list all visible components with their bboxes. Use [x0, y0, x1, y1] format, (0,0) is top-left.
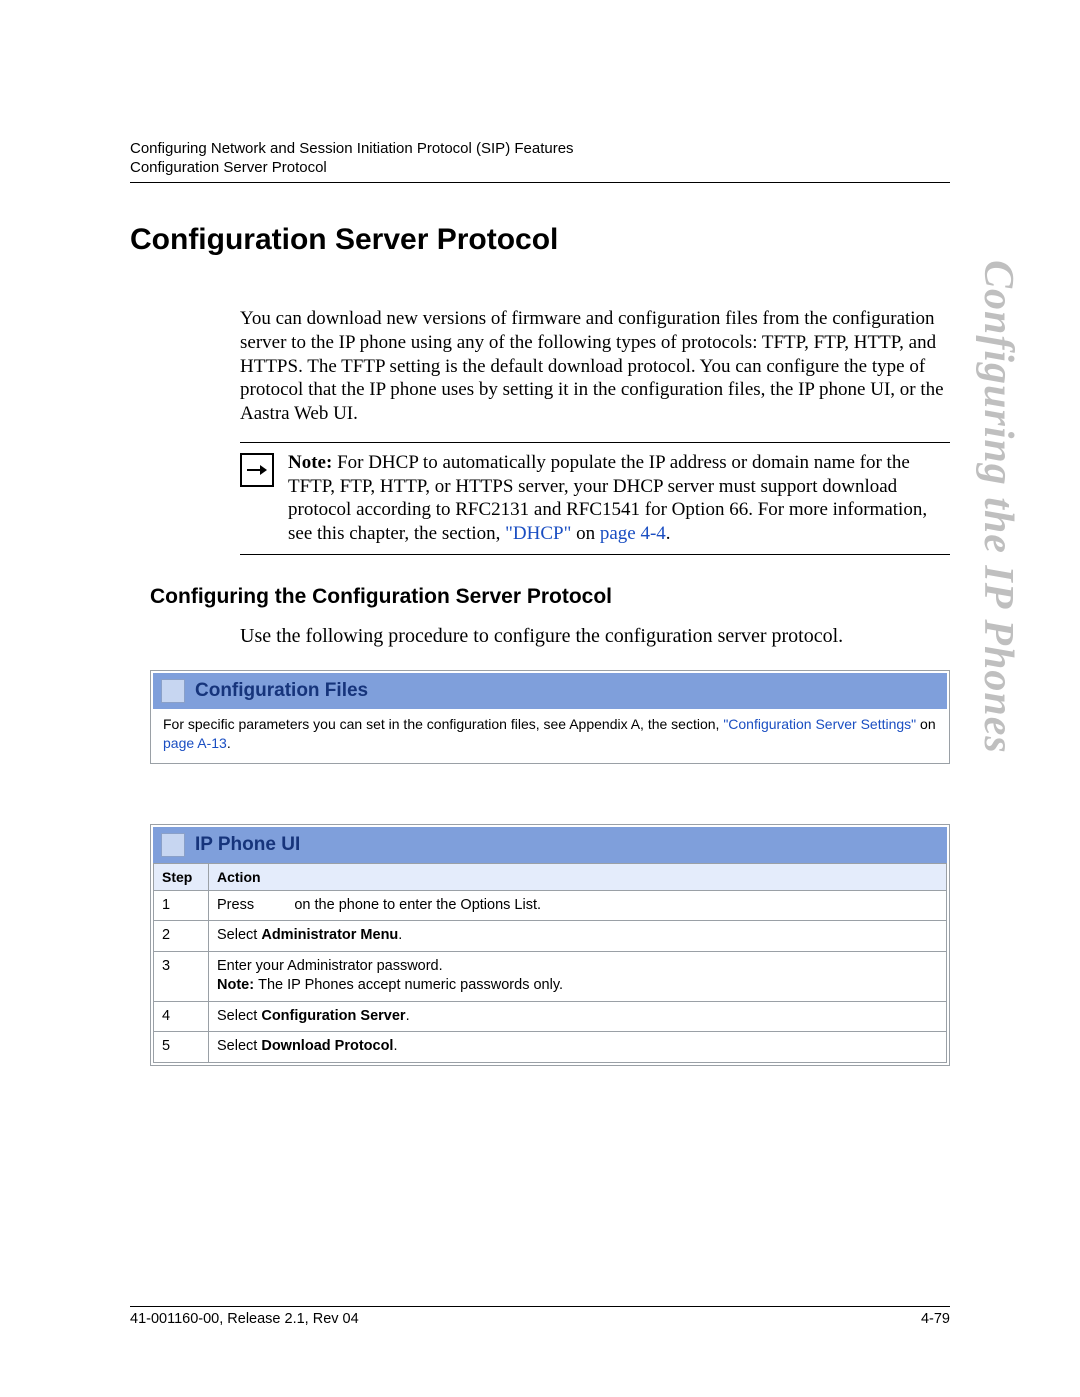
- action-bold: Configuration Server: [261, 1008, 405, 1024]
- action-pre: Select: [217, 1008, 261, 1024]
- action-post: .: [406, 1008, 410, 1024]
- config-files-body: For specific parameters you can set in t…: [153, 709, 947, 761]
- note-text: Note: For DHCP to automatically populate…: [288, 451, 950, 546]
- table-header-row: Step Action: [154, 863, 947, 890]
- action-note-label: Note:: [217, 977, 258, 993]
- page-title: Configuration Server Protocol: [130, 223, 950, 257]
- cf-body-suffix: .: [227, 735, 231, 751]
- table-row: 4 Select Configuration Server.: [154, 1001, 947, 1032]
- action-bold: Administrator Menu: [261, 927, 398, 943]
- step-action: Press on the phone to enter the Options …: [209, 890, 947, 921]
- action-pre: Press: [217, 897, 258, 913]
- note-body-3: .: [666, 523, 671, 544]
- step-num: 5: [154, 1032, 209, 1063]
- config-files-title: Configuration Files: [195, 680, 368, 702]
- panel-badge-icon: [161, 679, 185, 703]
- note-label: Note:: [288, 452, 332, 473]
- header-rule: [130, 182, 950, 183]
- action-pre: Select: [217, 1038, 261, 1054]
- table-row: 1 Press on the phone to enter the Option…: [154, 890, 947, 921]
- step-num: 1: [154, 890, 209, 921]
- action-pre: Select: [217, 927, 261, 943]
- action-bold: Download Protocol: [261, 1038, 393, 1054]
- ip-phone-ui-header: IP Phone UI: [153, 827, 947, 863]
- action-post: .: [393, 1038, 397, 1054]
- subheading: Configuring the Configuration Server Pro…: [150, 585, 950, 609]
- panel-badge-icon: [161, 833, 185, 857]
- steps-table: Step Action 1 Press on the phone to ente…: [153, 863, 947, 1063]
- footer-page-number: 4-79: [921, 1311, 950, 1327]
- page-footer: 41-001160-00, Release 2.1, Rev 04 4-79: [130, 1306, 950, 1327]
- col-step: Step: [154, 863, 209, 890]
- action-post: on the phone to enter the Options List.: [290, 897, 541, 913]
- ip-phone-ui-title: IP Phone UI: [195, 834, 300, 856]
- table-row: 5 Select Download Protocol.: [154, 1032, 947, 1063]
- step-num: 2: [154, 921, 209, 952]
- action-note-text: The IP Phones accept numeric passwords o…: [258, 977, 563, 993]
- cf-body-mid: on: [916, 716, 935, 732]
- cf-body-prefix: For specific parameters you can set in t…: [163, 716, 723, 732]
- note-body-2: on: [571, 523, 600, 544]
- note-arrow-icon: [240, 453, 274, 487]
- footer-left: 41-001160-00, Release 2.1, Rev 04: [130, 1311, 359, 1327]
- intro-paragraph: You can download new versions of firmwar…: [240, 307, 950, 426]
- step-num: 4: [154, 1001, 209, 1032]
- note-box: Note: For DHCP to automatically populate…: [240, 442, 950, 555]
- note-link-dhcp[interactable]: "DHCP": [505, 523, 571, 544]
- running-header-line1: Configuring Network and Session Initiati…: [130, 140, 950, 157]
- config-files-header: Configuration Files: [153, 673, 947, 709]
- ip-phone-ui-panel: IP Phone UI Step Action 1 Press on the p…: [150, 824, 950, 1066]
- action-line1: Enter your Administrator password.: [217, 958, 443, 974]
- step-action: Enter your Administrator password. Note:…: [209, 951, 947, 1001]
- footer-rule: [130, 1306, 950, 1307]
- step-num: 3: [154, 951, 209, 1001]
- note-link-page[interactable]: page 4-4: [600, 523, 666, 544]
- config-files-panel: Configuration Files For specific paramet…: [150, 670, 950, 764]
- side-chapter-text: Configuring the IP Phones: [974, 260, 1022, 754]
- action-post: .: [398, 927, 402, 943]
- step-action: Select Download Protocol.: [209, 1032, 947, 1063]
- table-row: 3 Enter your Administrator password. Not…: [154, 951, 947, 1001]
- cf-link-page[interactable]: page A-13: [163, 735, 227, 751]
- col-action: Action: [209, 863, 947, 890]
- table-row: 2 Select Administrator Menu.: [154, 921, 947, 952]
- step-action: Select Administrator Menu.: [209, 921, 947, 952]
- running-header-line2: Configuration Server Protocol: [130, 159, 950, 176]
- cf-link-settings[interactable]: "Configuration Server Settings": [723, 716, 916, 732]
- procedure-intro: Use the following procedure to configure…: [240, 625, 950, 648]
- step-action: Select Configuration Server.: [209, 1001, 947, 1032]
